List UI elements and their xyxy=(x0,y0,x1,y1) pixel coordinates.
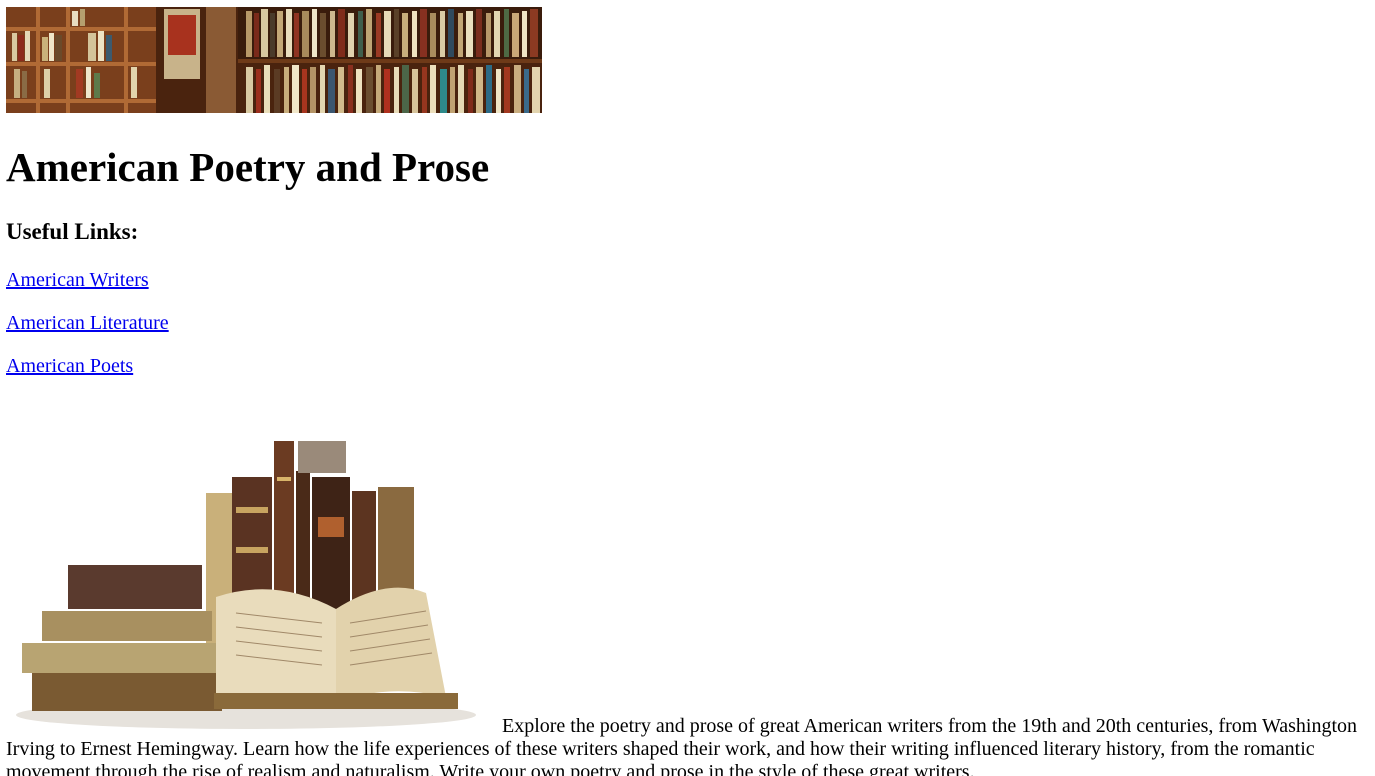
bookshelf-illustration xyxy=(6,7,542,113)
link-american-poets[interactable]: American Poets xyxy=(6,354,133,378)
antique-books-illustration xyxy=(6,397,500,735)
intro-paragraph: Explore the poetry and prose of great Am… xyxy=(6,715,1357,776)
link-american-literature[interactable]: American Literature xyxy=(6,311,169,335)
antique-books-image xyxy=(6,397,500,735)
bookshelf-banner-image xyxy=(6,7,542,113)
link-american-writers[interactable]: American Writers xyxy=(6,268,149,292)
page-title: American Poetry and Prose xyxy=(6,144,490,190)
useful-links-heading: Useful Links: xyxy=(6,219,139,244)
